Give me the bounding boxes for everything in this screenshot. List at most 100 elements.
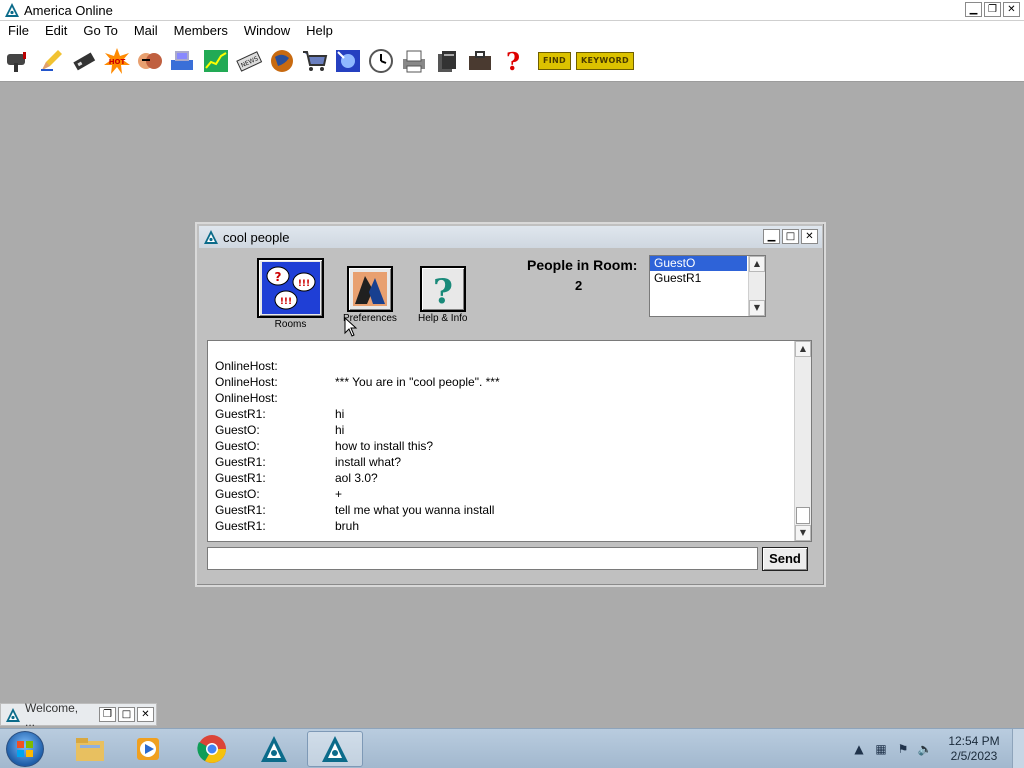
minimized-window-controls: ❐ □ ✕: [99, 707, 154, 722]
minimized-welcome-window[interactable]: Welcome, ... ❐ □ ✕: [0, 700, 157, 729]
mailbox-icon[interactable]: [4, 47, 32, 75]
chat-log-lines: OnlineHost: OnlineHost: *** You are in "co…: [215, 358, 500, 534]
rooms-button[interactable]: ? !!! !!! Rooms: [257, 258, 324, 330]
menu-help[interactable]: Help: [298, 21, 341, 41]
svg-text:!!!: !!!: [297, 279, 309, 289]
pencil-icon[interactable]: [37, 47, 65, 75]
briefcase-icon[interactable]: [466, 47, 494, 75]
scroll-up-icon[interactable]: ▲: [795, 341, 811, 357]
message-text: +: [335, 487, 343, 501]
clock-icon[interactable]: [367, 47, 395, 75]
chrome-icon[interactable]: [184, 731, 240, 767]
scroll-up-icon[interactable]: ▲: [749, 256, 765, 272]
globe-icon[interactable]: [268, 47, 296, 75]
people-list[interactable]: GuestO GuestR1 ▲ ▼: [649, 255, 766, 317]
help-info-button[interactable]: ? Help & Info: [418, 266, 467, 324]
message-input[interactable]: [207, 547, 758, 570]
message-text: hi: [335, 423, 345, 437]
windows-logo-icon: [17, 741, 33, 757]
menu-window[interactable]: Window: [236, 21, 298, 41]
app-title: America Online: [24, 2, 113, 18]
menu-mail[interactable]: Mail: [126, 21, 166, 41]
preferences-button[interactable]: Preferences: [343, 266, 397, 324]
menu-go-to[interactable]: Go To: [75, 21, 125, 41]
chat-window-controls: ▁ □ ✕: [763, 229, 818, 244]
scroll-thumb[interactable]: [796, 507, 810, 524]
mouse-cursor-icon: [344, 317, 358, 337]
message-text: tell me what you wanna install: [335, 503, 495, 517]
svg-text:!!!: !!!: [279, 297, 291, 307]
printer-icon[interactable]: [70, 47, 98, 75]
find-button[interactable]: FIND: [538, 52, 571, 70]
aol-icon[interactable]: [246, 731, 302, 767]
start-button[interactable]: [6, 731, 44, 767]
chat-log[interactable]: OnlineHost: OnlineHost: *** You are in "co…: [207, 340, 812, 542]
chat-message: GuestR1: bruh: [215, 518, 500, 534]
printer-paper-icon[interactable]: [400, 47, 428, 75]
aol-triangle-icon: [5, 3, 19, 17]
chat-message: GuestR1: hi: [215, 406, 500, 422]
chat-message: GuestR1: tell me what you wanna install: [215, 502, 500, 518]
menu-file[interactable]: File: [0, 21, 37, 41]
files-icon[interactable]: [433, 47, 461, 75]
people-count: 2: [575, 278, 583, 293]
clock[interactable]: 12:54 PM 2/5/2023: [944, 734, 1004, 764]
close-button[interactable]: ✕: [801, 229, 818, 244]
send-button[interactable]: Send: [762, 547, 808, 571]
message-text: hi: [335, 407, 345, 421]
clock-time: 12:54 PM: [948, 734, 1000, 748]
show-desktop-button[interactable]: [1012, 729, 1024, 768]
list-item[interactable]: GuestO: [650, 256, 747, 271]
modem-icon[interactable]: [169, 47, 197, 75]
minimized-window-title: Welcome, ...: [25, 700, 79, 729]
menubar: File Edit Go To Mail Members Window Help: [0, 21, 1024, 41]
close-button[interactable]: ✕: [137, 707, 154, 722]
search-globe-icon[interactable]: [334, 47, 362, 75]
show-hidden-icon[interactable]: ▲: [851, 741, 867, 757]
keyword-button[interactable]: KEYWORD: [575, 52, 634, 70]
volume-icon[interactable]: 🔈: [917, 741, 933, 757]
svg-text:?: ?: [506, 48, 520, 74]
restore-button[interactable]: ❐: [99, 707, 116, 722]
menu-edit[interactable]: Edit: [37, 21, 75, 41]
help-info-label: Help & Info: [418, 313, 468, 324]
message-text: install what?: [335, 455, 402, 469]
maximize-button[interactable]: □: [118, 707, 135, 722]
people-faces-icon[interactable]: [136, 47, 164, 75]
minimize-button[interactable]: ▁: [763, 229, 780, 244]
message-sender: OnlineHost:: [215, 391, 278, 405]
maximize-button[interactable]: □: [782, 229, 799, 244]
rooms-label: Rooms: [274, 319, 307, 330]
svg-text:?: ?: [274, 270, 281, 284]
chat-message: GuestO: hi: [215, 422, 500, 438]
action-center-icon[interactable]: ⚑: [895, 741, 911, 757]
restore-button[interactable]: ❐: [984, 2, 1001, 17]
news-icon[interactable]: NEWS: [235, 47, 263, 75]
message-text: bruh: [335, 519, 360, 533]
message-text: aol 3.0?: [335, 471, 378, 485]
explorer-folder-icon[interactable]: [62, 731, 118, 767]
help-question-icon: ?: [419, 266, 466, 312]
close-button[interactable]: ✕: [1003, 2, 1020, 17]
network-icon[interactable]: ▦: [873, 741, 889, 757]
help-question-icon[interactable]: ?: [499, 47, 527, 75]
chat-log-scrollbar[interactable]: ▲ ▼: [794, 341, 811, 541]
scroll-down-icon[interactable]: ▼: [795, 525, 811, 541]
people-list-scrollbar[interactable]: ▲ ▼: [748, 256, 765, 316]
scroll-down-icon[interactable]: ▼: [749, 300, 765, 316]
shopping-cart-icon[interactable]: [301, 47, 329, 75]
media-player-icon[interactable]: [120, 731, 176, 767]
chart-icon[interactable]: [202, 47, 230, 75]
chat-window-titlebar[interactable]: cool people ▁ □ ✕: [199, 226, 822, 248]
list-item[interactable]: GuestR1: [650, 271, 747, 286]
aol-icon[interactable]: [307, 731, 363, 767]
menu-members[interactable]: Members: [166, 21, 236, 41]
hot-starburst-icon[interactable]: HOT: [103, 47, 131, 75]
message-text: *** You are in "cool people". ***: [335, 375, 500, 389]
message-sender: OnlineHost:: [215, 375, 278, 389]
toolbar: HOT NEWS ? FIND KEYWORD: [0, 41, 1024, 82]
chat-room-window: cool people ▁ □ ✕ ? !!! !!! Rooms Prefer…: [195, 222, 826, 587]
minimize-button[interactable]: ▁: [965, 2, 982, 17]
preferences-icon: [346, 266, 393, 312]
app-titlebar: America Online ▁ ❐ ✕: [0, 0, 1024, 21]
